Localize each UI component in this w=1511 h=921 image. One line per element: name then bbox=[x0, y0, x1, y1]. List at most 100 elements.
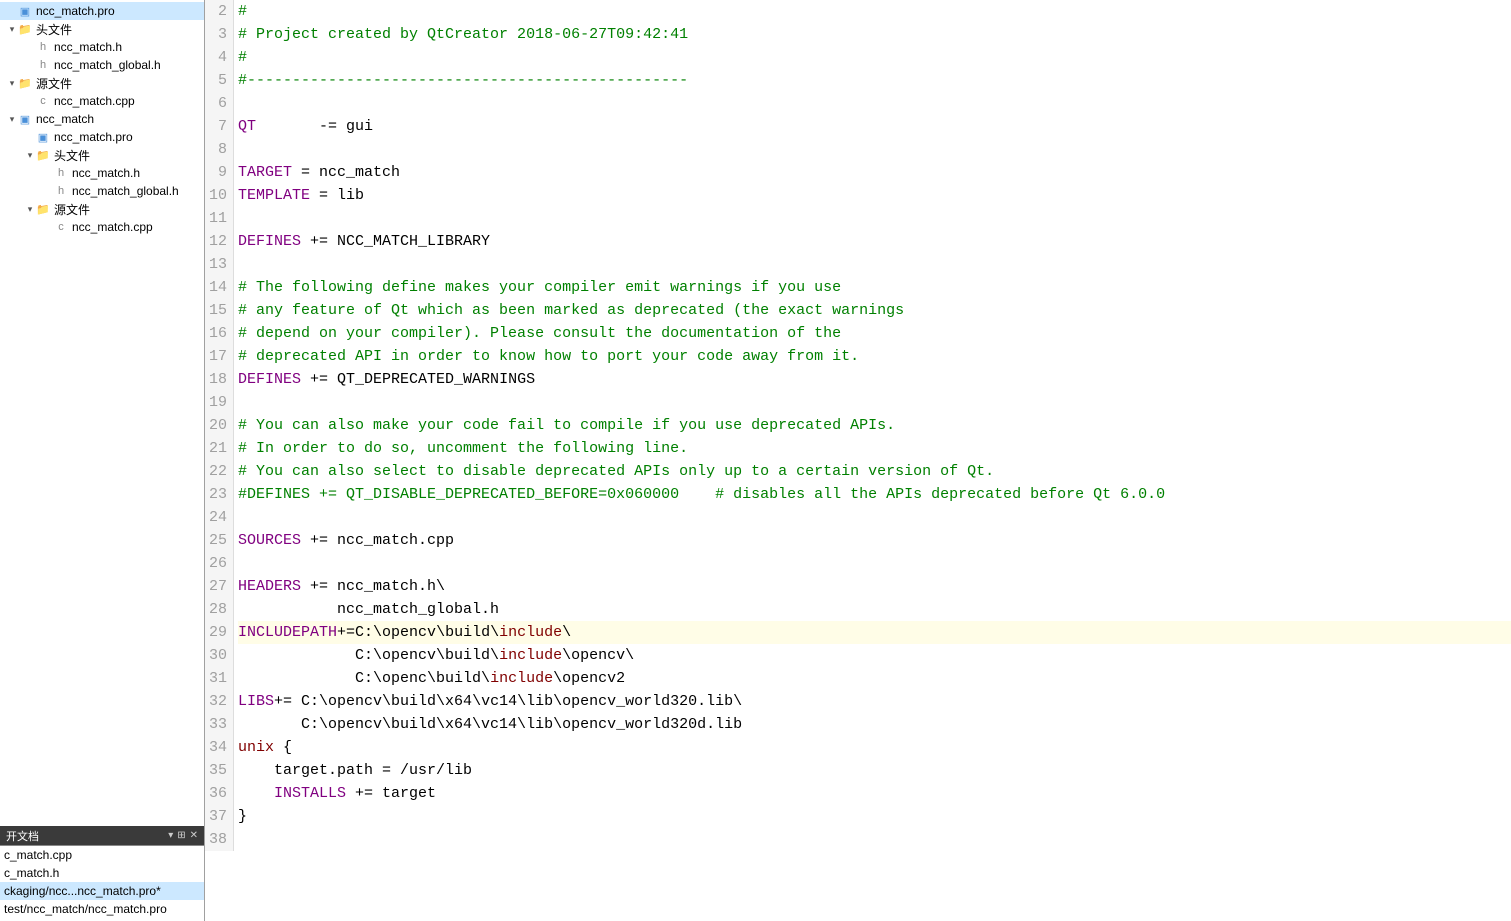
code-line[interactable] bbox=[238, 138, 1511, 161]
code-line[interactable]: DEFINES += QT_DEPRECATED_WARNINGS bbox=[238, 368, 1511, 391]
expand-arrow-icon[interactable]: ▾ bbox=[24, 203, 36, 215]
tree-item[interactable]: ▾📁头文件 bbox=[0, 20, 204, 38]
line-number: 24 bbox=[209, 506, 227, 529]
line-number: 21 bbox=[209, 437, 227, 460]
folder-icon: 📁 bbox=[36, 202, 50, 216]
tree-item[interactable]: hncc_match.h bbox=[0, 38, 204, 56]
open-document[interactable]: c_match.cpp bbox=[0, 846, 204, 864]
expand-arrow-icon[interactable]: ▾ bbox=[24, 149, 36, 161]
line-number: 4 bbox=[209, 46, 227, 69]
line-number: 8 bbox=[209, 138, 227, 161]
tree-item[interactable]: cncc_match.cpp bbox=[0, 218, 204, 236]
code-line[interactable]: # Project created by QtCreator 2018-06-2… bbox=[238, 23, 1511, 46]
expand-arrow-icon[interactable]: ▾ bbox=[6, 113, 18, 125]
tree-item[interactable]: hncc_match_global.h bbox=[0, 182, 204, 200]
open-docs-list[interactable]: c_match.cppc_match.hckaging/ncc...ncc_ma… bbox=[0, 845, 204, 921]
code-line[interactable]: unix { bbox=[238, 736, 1511, 759]
code-line[interactable] bbox=[238, 391, 1511, 414]
code-line[interactable]: C:\opencv\build\include\opencv\ bbox=[238, 644, 1511, 667]
expand-arrow-icon bbox=[24, 95, 36, 107]
code-line[interactable]: target.path = /usr/lib bbox=[238, 759, 1511, 782]
code-editor[interactable]: 2345678910111213141516171819202122232425… bbox=[205, 0, 1511, 921]
code-line[interactable] bbox=[238, 92, 1511, 115]
h-icon: h bbox=[36, 40, 50, 54]
tree-item[interactable]: ▾▣ ncc_match bbox=[0, 110, 204, 128]
h-icon: h bbox=[36, 58, 50, 72]
code-line[interactable] bbox=[238, 828, 1511, 851]
line-number: 30 bbox=[209, 644, 227, 667]
line-number: 9 bbox=[209, 161, 227, 184]
line-number: 22 bbox=[209, 460, 227, 483]
tree-item[interactable]: ▣ncc_match.pro bbox=[0, 128, 204, 146]
code-line[interactable]: # deprecated API in order to know how to… bbox=[238, 345, 1511, 368]
line-number: 13 bbox=[209, 253, 227, 276]
code-line[interactable] bbox=[238, 207, 1511, 230]
code-line[interactable] bbox=[238, 253, 1511, 276]
tree-item[interactable]: ▾📁头文件 bbox=[0, 146, 204, 164]
code-line[interactable]: QT -= gui bbox=[238, 115, 1511, 138]
code-line[interactable]: # You can also select to disable depreca… bbox=[238, 460, 1511, 483]
code-line[interactable]: #DEFINES += QT_DISABLE_DEPRECATED_BEFORE… bbox=[238, 483, 1511, 506]
dropdown-icon[interactable]: ▾ bbox=[168, 830, 173, 841]
close-icon[interactable]: ✕ bbox=[190, 830, 198, 841]
code-content[interactable]: ## Project created by QtCreator 2018-06-… bbox=[234, 0, 1511, 851]
line-number: 20 bbox=[209, 414, 227, 437]
expand-arrow-icon[interactable]: ▾ bbox=[6, 23, 18, 35]
code-line[interactable]: # any feature of Qt which as been marked… bbox=[238, 299, 1511, 322]
tree-item-label: ncc_match_global.h bbox=[54, 58, 161, 72]
line-number: 18 bbox=[209, 368, 227, 391]
open-document[interactable]: test/ncc_match/ncc_match.pro bbox=[0, 900, 204, 918]
line-number: 6 bbox=[209, 92, 227, 115]
code-line[interactable]: } bbox=[238, 805, 1511, 828]
line-number: 31 bbox=[209, 667, 227, 690]
expand-arrow-icon[interactable]: ▾ bbox=[6, 77, 18, 89]
tree-item[interactable]: h ncc_match_global.h bbox=[0, 56, 204, 74]
tree-item[interactable]: cncc_match.cpp bbox=[0, 92, 204, 110]
expand-arrow-icon bbox=[24, 41, 36, 53]
project-tree[interactable]: ▣ncc_match.pro▾📁头文件hncc_match.hhncc_matc… bbox=[0, 0, 204, 826]
code-line[interactable]: INSTALLS += target bbox=[238, 782, 1511, 805]
code-line[interactable]: DEFINES += NCC_MATCH_LIBRARY bbox=[238, 230, 1511, 253]
line-number: 28 bbox=[209, 598, 227, 621]
code-line[interactable]: #---------------------------------------… bbox=[238, 69, 1511, 92]
tree-item-label: 源文件 bbox=[36, 75, 72, 92]
open-document[interactable]: c_match.h bbox=[0, 864, 204, 882]
code-line[interactable]: ncc_match_global.h bbox=[238, 598, 1511, 621]
code-line[interactable]: C:\openc\build\include\opencv2 bbox=[238, 667, 1511, 690]
code-line[interactable]: LIBS+= C:\opencv\build\x64\vc14\lib\open… bbox=[238, 690, 1511, 713]
tree-item-label: ncc_match.pro bbox=[54, 130, 133, 144]
code-line[interactable]: # bbox=[238, 0, 1511, 23]
code-line[interactable] bbox=[238, 552, 1511, 575]
code-line[interactable]: # You can also make your code fail to co… bbox=[238, 414, 1511, 437]
code-line[interactable]: C:\opencv\build\x64\vc14\lib\opencv_worl… bbox=[238, 713, 1511, 736]
code-line[interactable]: TARGET = ncc_match bbox=[238, 161, 1511, 184]
code-line[interactable]: HEADERS += ncc_match.h\ bbox=[238, 575, 1511, 598]
tree-item-label: ncc_match.cpp bbox=[54, 94, 135, 108]
line-number: 14 bbox=[209, 276, 227, 299]
expand-arrow-icon bbox=[24, 59, 36, 71]
code-line[interactable]: # depend on your compiler). Please consu… bbox=[238, 322, 1511, 345]
tree-item-label: ncc_match bbox=[36, 112, 94, 126]
code-line[interactable]: # The following define makes your compil… bbox=[238, 276, 1511, 299]
tree-item[interactable]: ▣ncc_match.pro bbox=[0, 2, 204, 20]
line-number: 33 bbox=[209, 713, 227, 736]
folder-icon: 📁 bbox=[18, 22, 32, 36]
tree-item-label: ncc_match_global.h bbox=[72, 184, 179, 198]
split-icon[interactable]: ⊞ bbox=[177, 830, 185, 841]
code-line[interactable]: INCLUDEPATH+=C:\opencv\build\include\ bbox=[238, 621, 1511, 644]
open-document[interactable]: ckaging/ncc...ncc_match.pro* bbox=[0, 882, 204, 900]
tree-item[interactable]: ▾📁源文件 bbox=[0, 74, 204, 92]
tree-item-label: ncc_match.cpp bbox=[72, 220, 153, 234]
code-line[interactable]: SOURCES += ncc_match.cpp bbox=[238, 529, 1511, 552]
code-line[interactable]: TEMPLATE = lib bbox=[238, 184, 1511, 207]
code-line[interactable]: # bbox=[238, 46, 1511, 69]
tree-item[interactable]: ▾📁源文件 bbox=[0, 200, 204, 218]
line-number: 37 bbox=[209, 805, 227, 828]
tree-item-label: ncc_match.pro bbox=[36, 4, 115, 18]
pro-icon: ▣ bbox=[18, 112, 32, 126]
line-number: 16 bbox=[209, 322, 227, 345]
code-line[interactable]: # In order to do so, uncomment the follo… bbox=[238, 437, 1511, 460]
line-number: 17 bbox=[209, 345, 227, 368]
tree-item[interactable]: hncc_match.h bbox=[0, 164, 204, 182]
code-line[interactable] bbox=[238, 506, 1511, 529]
